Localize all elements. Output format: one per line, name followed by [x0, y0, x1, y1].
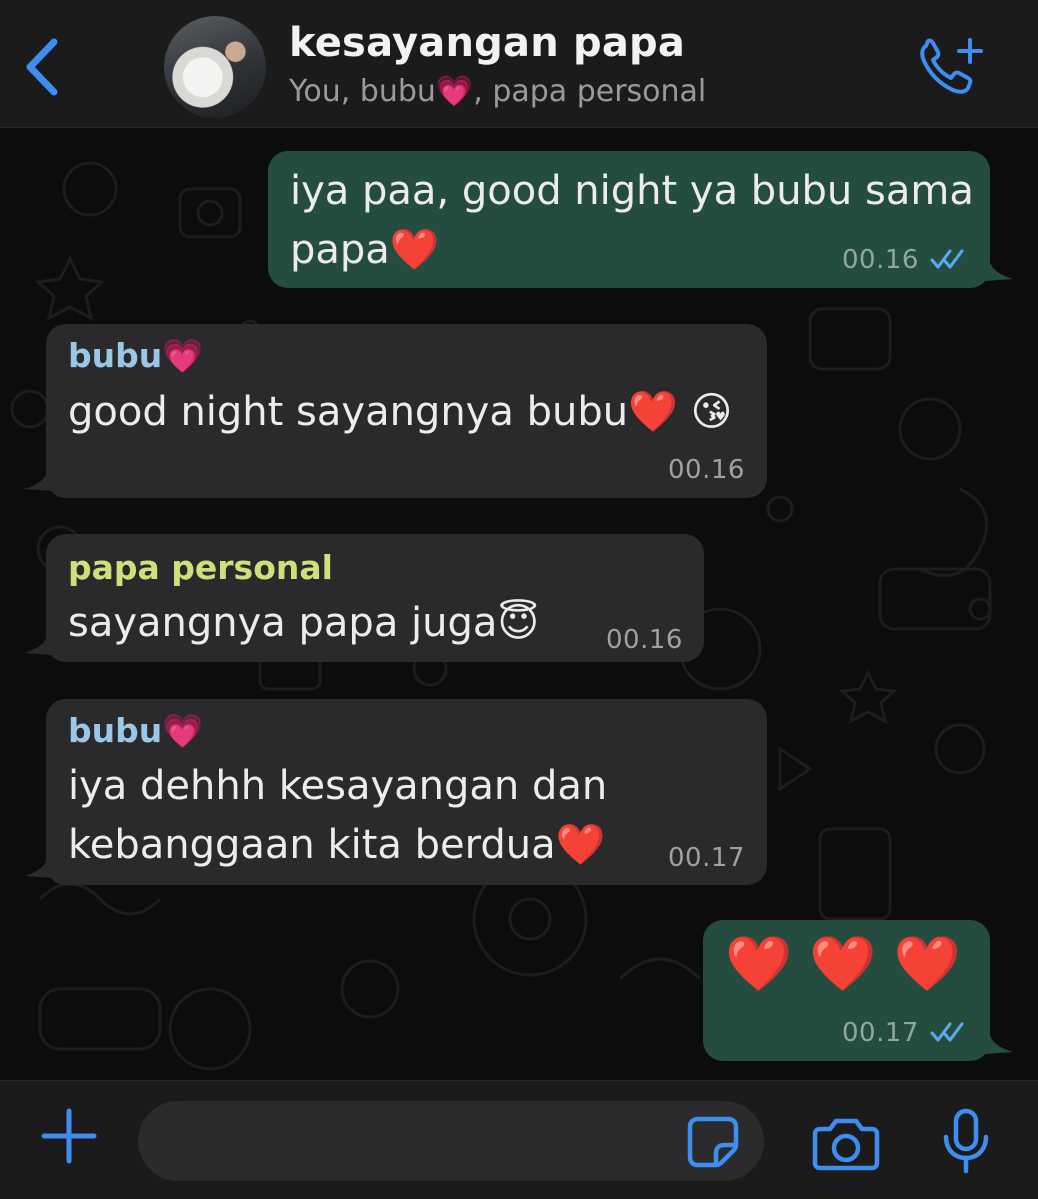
message-input[interactable]	[138, 1101, 764, 1181]
sticker-button[interactable]	[686, 1115, 740, 1169]
incoming-message[interactable]: bubu💗 iya dehhh kesayangan dan kebanggaa…	[46, 699, 767, 885]
message-text: good night sayangnya bubu❤️ 😘	[68, 389, 733, 435]
message-time: 00.16	[842, 245, 919, 275]
attach-button[interactable]	[38, 1105, 100, 1167]
plus-icon	[41, 1108, 97, 1164]
camera-button[interactable]	[812, 1113, 880, 1173]
bubble-tail	[24, 469, 52, 491]
chat-header: kesayangan papa You, bubu💗, papa persona…	[0, 0, 1038, 128]
microphone-icon	[943, 1108, 989, 1174]
outgoing-message[interactable]: ❤️ ❤️ ❤️ 00.17	[703, 920, 990, 1061]
add-call-button[interactable]	[916, 36, 986, 98]
outgoing-message[interactable]: iya paa, good night ya bubu sama papa❤️ …	[268, 151, 990, 288]
message-list[interactable]: iya paa, good night ya bubu sama papa❤️ …	[0, 129, 1038, 1079]
message-text: ❤️ ❤️ ❤️	[725, 932, 962, 995]
chat-participants[interactable]: You, bubu💗, papa personal	[289, 74, 706, 109]
read-ticks-icon	[930, 249, 964, 269]
message-text: papa❤️	[290, 227, 440, 273]
chevron-left-icon	[26, 38, 58, 96]
sender-name[interactable]: papa personal	[68, 548, 333, 587]
message-time: 00.17	[842, 1018, 919, 1048]
message-text: iya paa, good night ya bubu sama	[290, 168, 974, 214]
bubble-tail	[985, 1032, 1013, 1054]
message-time: 00.16	[606, 625, 683, 655]
message-text: kebanggaan kita berdua❤️	[68, 822, 606, 868]
message-text: sayangnya papa juga😇	[68, 600, 540, 646]
incoming-message[interactable]: bubu💗 good night sayangnya bubu❤️ 😘 00.1…	[46, 324, 767, 498]
phone-plus-icon	[920, 38, 983, 94]
message-text: iya dehhh kesayangan dan	[68, 763, 608, 809]
chat-title[interactable]: kesayangan papa	[289, 20, 685, 66]
incoming-message[interactable]: papa personal sayangnya papa juga😇 00.16	[46, 534, 704, 662]
bubble-tail	[24, 856, 52, 878]
sticker-icon	[687, 1116, 739, 1168]
read-ticks-icon	[930, 1022, 964, 1042]
back-button[interactable]	[18, 32, 68, 102]
bubble-tail	[985, 259, 1013, 281]
message-time: 00.16	[668, 455, 745, 485]
sender-name[interactable]: bubu💗	[68, 336, 203, 376]
message-composer	[0, 1080, 1038, 1199]
camera-icon	[812, 1118, 880, 1171]
bubble-tail	[24, 633, 52, 655]
voice-message-button[interactable]	[940, 1107, 992, 1177]
group-avatar[interactable]	[164, 16, 266, 118]
sender-name[interactable]: bubu💗	[68, 711, 203, 751]
message-time: 00.17	[668, 843, 745, 873]
